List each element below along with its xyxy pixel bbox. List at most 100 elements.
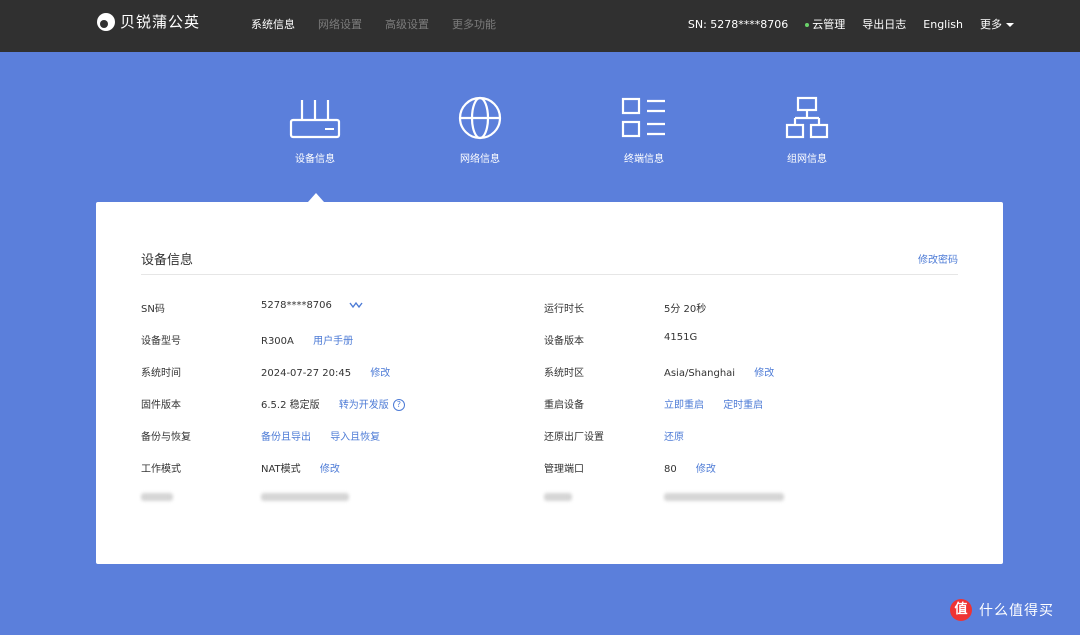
globe-icon: [458, 96, 502, 140]
field-value: 立即重启 定时重启: [664, 396, 763, 411]
field-value: 6.5.2 稳定版 转为开发版?: [261, 396, 405, 411]
redacted-value: [261, 492, 349, 503]
row-timezone: 系统时区 Asia/Shanghai 修改: [544, 364, 944, 379]
tab-device-info[interactable]: 设备信息: [265, 96, 365, 165]
field-label: SN码: [141, 304, 165, 315]
field-value: 5278****8706: [261, 300, 363, 311]
logo[interactable]: 贝锐蒲公英: [96, 11, 200, 32]
divider: [141, 274, 958, 275]
logo-icon: [97, 12, 115, 31]
field-value: Asia/Shanghai 修改: [664, 364, 774, 379]
field-label: 运行时长: [544, 304, 584, 315]
export-log-link[interactable]: 导出日志: [862, 16, 906, 32]
info-tabs: 设备信息 网络信息 终端信息 组网信息: [0, 52, 1080, 202]
row-sn: SN码 5278****8706: [141, 300, 541, 315]
help-icon[interactable]: ?: [392, 399, 405, 411]
row-backup: 备份与恢复 备份且导出 导入且恢复: [141, 428, 541, 443]
field-label: 重启设备: [544, 400, 584, 411]
row-uptime: 运行时长 5分 20秒: [544, 300, 944, 315]
row-manage-port: 管理端口 80 修改: [544, 460, 944, 475]
more-menu-label: 更多: [980, 18, 1002, 31]
router-icon: [289, 100, 341, 139]
import-restore-link[interactable]: 导入且恢复: [330, 432, 380, 443]
tab-network-info[interactable]: 网络信息: [430, 96, 530, 165]
watermark-text: 什么值得买: [979, 603, 1054, 619]
field-label: 设备版本: [544, 336, 584, 347]
network-topology-icon: [785, 96, 829, 139]
field-label: 固件版本: [141, 400, 181, 411]
field-value: 2024-07-27 20:45 修改: [261, 364, 390, 379]
card-title: 设备信息: [141, 253, 194, 268]
language-switch[interactable]: English: [923, 18, 963, 31]
more-menu[interactable]: 更多: [980, 16, 1014, 32]
watermark: 值 什么值得买: [950, 599, 1054, 621]
manage-port-value: 80: [664, 464, 677, 475]
row-redacted: [141, 492, 541, 506]
nav-advanced-settings[interactable]: 高级设置: [385, 16, 429, 32]
sn-value: 5278****8706: [261, 300, 332, 311]
edit-timezone-link[interactable]: 修改: [754, 368, 774, 379]
top-bar: 贝锐蒲公英 系统信息 网络设置 高级设置 更多功能 SN: 5278****87…: [0, 0, 1080, 52]
sn-display: SN: 5278****8706: [687, 17, 789, 31]
header-right: SN: 5278****8706 云管理 导出日志 English 更多: [688, 16, 1014, 32]
row-reboot: 重启设备 立即重启 定时重启: [544, 396, 944, 411]
system-time-value: 2024-07-27 20:45: [261, 368, 352, 379]
tab-terminal-info[interactable]: 终端信息: [594, 96, 694, 165]
tab-label: 设备信息: [295, 154, 335, 165]
field-label: 管理端口: [544, 464, 584, 475]
main-nav: 系统信息 网络设置 高级设置 更多功能: [251, 16, 519, 32]
tab-label: 网络信息: [460, 154, 500, 165]
row-device-version: 设备版本 4151G: [544, 332, 944, 347]
switch-dev-version-link[interactable]: 转为开发版: [339, 400, 389, 411]
tab-mesh-info[interactable]: 组网信息: [757, 96, 857, 165]
field-label: 备份与恢复: [141, 432, 191, 443]
nav-more-features[interactable]: 更多功能: [452, 16, 496, 32]
nav-network-settings[interactable]: 网络设置: [318, 16, 362, 32]
watermark-logo-icon: 值: [950, 599, 972, 621]
row-system-time: 系统时间 2024-07-27 20:45 修改: [141, 364, 541, 379]
row-model: 设备型号 R300A 用户手册: [141, 332, 541, 347]
redacted-value: [664, 492, 784, 503]
field-label: 设备型号: [141, 336, 181, 347]
cloud-manage-label: 云管理: [812, 18, 846, 31]
field-value: NAT模式 修改: [261, 460, 340, 475]
field-label: 系统时间: [141, 368, 181, 379]
timezone-value: Asia/Shanghai: [664, 368, 736, 379]
field-label: 系统时区: [544, 368, 584, 379]
scheduled-reboot-link[interactable]: 定时重启: [723, 400, 763, 411]
field-value: R300A 用户手册: [261, 332, 353, 347]
nav-system-info[interactable]: 系统信息: [251, 16, 295, 32]
firmware-value: 6.5.2 稳定版: [261, 400, 320, 411]
factory-reset-link[interactable]: 还原: [664, 432, 684, 443]
edit-mode-link[interactable]: 修改: [320, 464, 340, 475]
row-firmware: 固件版本 6.5.2 稳定版 转为开发版?: [141, 396, 541, 411]
status-dot-icon: [805, 23, 810, 27]
cloud-manage-link[interactable]: 云管理: [805, 16, 845, 32]
tab-label: 终端信息: [624, 154, 664, 165]
edit-port-link[interactable]: 修改: [696, 464, 716, 475]
field-label: 工作模式: [141, 464, 181, 475]
device-version-value: 4151G: [664, 332, 698, 343]
tab-label: 组网信息: [787, 154, 827, 165]
row-work-mode: 工作模式 NAT模式 修改: [141, 460, 541, 475]
caret-down-icon: [1006, 23, 1014, 27]
redacted-label: [141, 492, 173, 503]
field-label: 还原出厂设置: [544, 432, 604, 443]
signal-icon[interactable]: [349, 301, 363, 309]
work-mode-value: NAT模式: [261, 464, 301, 475]
reboot-now-link[interactable]: 立即重启: [664, 400, 704, 411]
change-password-link[interactable]: 修改密码: [918, 251, 958, 266]
uptime-value: 5分 20秒: [664, 304, 707, 315]
redacted-label: [544, 492, 572, 503]
row-factory-reset: 还原出厂设置 还原: [544, 428, 944, 443]
edit-time-link[interactable]: 修改: [370, 368, 390, 379]
active-tab-pointer: [308, 193, 324, 202]
logo-text: 贝锐蒲公英: [120, 13, 201, 31]
row-redacted: [544, 492, 944, 506]
backup-export-link[interactable]: 备份且导出: [261, 432, 311, 443]
field-value: 80 修改: [664, 460, 716, 475]
model-value: R300A: [261, 336, 294, 347]
device-info-card: 设备信息 修改密码 SN码 5278****8706 设备型号 R300A 用户…: [96, 202, 1003, 564]
user-manual-link[interactable]: 用户手册: [313, 336, 353, 347]
field-value: 还原: [664, 428, 684, 443]
